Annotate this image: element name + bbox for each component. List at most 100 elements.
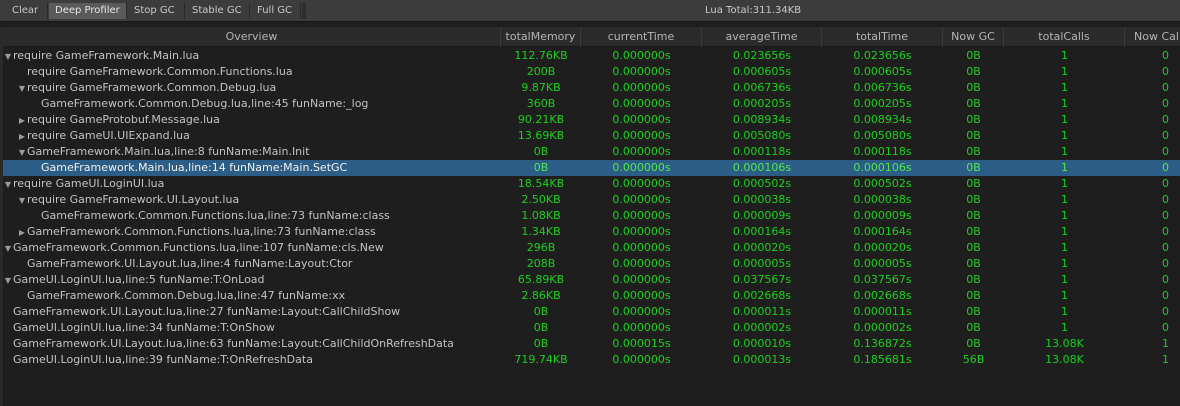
table-row[interactable]: ▼ require GameFramework.Main.lua 112.76KB 0… [3, 48, 1180, 64]
current-time-cell: 0.000000s [612, 129, 671, 142]
now-calls-cell: 0 [1162, 193, 1169, 206]
profiler-toolbar: Clear Deep Profiler Stop GC Stable GC Fu… [0, 0, 1180, 22]
full-gc-button[interactable]: Full GC [251, 3, 301, 19]
row-function-name: require GameFramework.UI.Layout.lua [27, 193, 240, 206]
now-calls-cell: 0 [1162, 305, 1169, 318]
total-calls-cell: 1 [1061, 241, 1068, 254]
now-calls-cell: 0 [1162, 177, 1169, 190]
expand-arrow-icon[interactable]: ▼ [3, 49, 13, 65]
average-time-cell: 0.023656s [732, 49, 792, 62]
table-row[interactable]: ▼ GameUI.LoginUI.lua,line:5 funName:T:OnL… [3, 272, 1180, 288]
collapse-arrow-icon[interactable]: ▶ [17, 129, 27, 145]
expand-arrow-icon[interactable]: ▼ [3, 241, 13, 257]
stop-gc-button[interactable]: Stop GC [128, 3, 185, 19]
table-row[interactable]: ▼ require GameFramework.UI.Layout.lua 2.50… [3, 192, 1180, 208]
column-header-now-gc[interactable]: Now GC [943, 27, 1004, 47]
average-time-cell: 0.000502s [732, 177, 792, 190]
average-time-cell: 0.008934s [732, 113, 792, 126]
total-time-cell: 0.023656s [853, 49, 912, 62]
table-row[interactable]: GameUI.LoginUI.lua,line:34 funName:T:OnS… [3, 320, 1180, 336]
row-overview: GameUI.LoginUI.lua,line:34 funName:T:OnS… [3, 320, 275, 336]
column-header-average-time[interactable]: averageTime [702, 27, 822, 47]
expand-arrow-icon[interactable]: ▼ [17, 145, 27, 161]
average-time-cell: 0.000010s [732, 337, 792, 350]
now-calls-cell: 0 [1162, 129, 1169, 142]
row-overview: ▼ GameFramework.Main.lua,line:8 funName:M… [17, 144, 310, 160]
table-row[interactable]: require GameFramework.Common.Functions.l… [3, 64, 1180, 80]
table-row[interactable]: ▼ GameFramework.Main.lua,line:8 funName:M… [3, 144, 1180, 160]
now-calls-cell: 1 [1162, 337, 1169, 350]
expand-arrow-icon[interactable]: ▼ [3, 273, 13, 289]
total-memory-cell: 0B [533, 321, 549, 334]
column-header-overview[interactable]: Overview [3, 27, 501, 47]
collapse-arrow-icon[interactable]: ▶ [17, 113, 27, 129]
stable-gc-button[interactable]: Stable GC [186, 3, 250, 19]
total-memory-cell: 1.08KB [521, 209, 561, 222]
total-time-cell: 0.000005s [853, 257, 912, 270]
table-row[interactable]: GameUI.LoginUI.lua,line:39 funName:T:OnR… [3, 352, 1180, 368]
table-row[interactable]: ▶ require GameUI.UIExpand.lua 13.69KB 0.000… [3, 128, 1180, 144]
table-row[interactable]: GameFramework.UI.Layout.lua,line:27 funN… [3, 304, 1180, 320]
row-function-name: require GameProtobuf.Message.lua [27, 113, 220, 126]
now-gc-cell: 0B [966, 145, 981, 158]
total-calls-cell: 1 [1061, 225, 1068, 238]
column-header-total-memory[interactable]: totalMemory [501, 27, 581, 47]
table-row[interactable]: ▼ GameFramework.Common.Functions.lua,line… [3, 240, 1180, 256]
total-memory-cell: 719.74KB [514, 353, 568, 366]
deep-profiler-button[interactable]: Deep Profiler [49, 3, 127, 19]
row-overview: GameFramework.Main.lua,line:14 funName:M… [31, 160, 347, 176]
current-time-cell: 0.000000s [612, 193, 671, 206]
table-row[interactable]: GameFramework.Common.Debug.lua,line:47 f… [3, 288, 1180, 304]
average-time-cell: 0.002668s [732, 289, 792, 302]
clear-button[interactable]: Clear [6, 3, 48, 19]
total-calls-cell: 1 [1061, 145, 1068, 158]
column-header-total-calls[interactable]: totalCalls [1004, 27, 1125, 47]
column-header-total-time[interactable]: totalTime [822, 27, 943, 47]
total-calls-cell: 1 [1061, 129, 1068, 142]
total-calls-cell: 1 [1061, 65, 1068, 78]
total-calls-cell: 1 [1061, 49, 1068, 62]
now-gc-cell: 0B [966, 257, 981, 270]
table-row[interactable]: ▶ require GameProtobuf.Message.lua 90.21KB… [3, 112, 1180, 128]
table-row[interactable]: GameFramework.UI.Layout.lua,line:4 funNa… [3, 256, 1180, 272]
current-time-cell: 0.000000s [612, 49, 671, 62]
table-row[interactable]: ▼ require GameUI.LoginUI.lua 18.54KB 0.0000… [3, 176, 1180, 192]
row-function-name: GameFramework.Common.Functions.lua,line:… [27, 225, 376, 238]
average-time-cell: 0.037567s [732, 273, 792, 286]
toolbar-separator [302, 3, 306, 19]
table-row[interactable]: GameFramework.Common.Functions.lua,line:… [3, 208, 1180, 224]
total-calls-cell: 1 [1061, 321, 1068, 334]
column-header-current-time[interactable]: currentTime [581, 27, 702, 47]
total-time-cell: 0.000020s [853, 241, 912, 254]
total-memory-cell: 13.69KB [517, 129, 565, 142]
current-time-cell: 0.000000s [612, 305, 671, 318]
collapse-arrow-icon[interactable]: ▶ [17, 225, 27, 241]
table-row[interactable]: GameFramework.Common.Debug.lua,line:45 f… [3, 96, 1180, 112]
row-function-name: require GameFramework.Main.lua [13, 49, 200, 62]
now-gc-cell: 0B [966, 81, 981, 94]
now-calls-cell: 0 [1162, 65, 1169, 78]
total-memory-cell: 90.21KB [517, 113, 565, 126]
row-overview: ▼ require GameFramework.Common.Debug.lua [17, 80, 276, 96]
total-calls-cell: 1 [1061, 193, 1068, 206]
row-overview: ▼ GameUI.LoginUI.lua,line:5 funName:T:OnL… [3, 272, 265, 288]
expand-arrow-icon[interactable]: ▼ [17, 81, 27, 97]
table-row[interactable]: ▼ require GameFramework.Common.Debug.lua 9… [3, 80, 1180, 96]
now-calls-cell: 0 [1162, 209, 1169, 222]
expand-arrow-icon[interactable]: ▼ [3, 177, 13, 193]
total-calls-cell: 1 [1061, 161, 1068, 174]
now-calls-cell: 0 [1162, 257, 1169, 270]
row-overview: ▶ GameFramework.Common.Functions.lua,line… [17, 224, 376, 240]
table-row[interactable]: GameFramework.UI.Layout.lua,line:63 funN… [3, 336, 1180, 352]
total-time-cell: 0.005080s [853, 129, 912, 142]
column-header-now-calls[interactable]: Now Cal [1125, 27, 1180, 47]
now-gc-cell: 0B [966, 337, 981, 350]
row-overview: GameUI.LoginUI.lua,line:39 funName:T:OnR… [3, 352, 313, 368]
table-row[interactable]: GameFramework.Main.lua,line:14 funName:M… [3, 160, 1180, 176]
row-function-name: GameUI.LoginUI.lua,line:34 funName:T:OnS… [13, 321, 275, 334]
table-row[interactable]: ▶ GameFramework.Common.Functions.lua,line… [3, 224, 1180, 240]
row-function-name: GameFramework.Common.Debug.lua,line:45 f… [41, 97, 369, 110]
total-memory-cell: 0B [533, 305, 549, 318]
current-time-cell: 0.000000s [612, 241, 671, 254]
expand-arrow-icon[interactable]: ▼ [17, 193, 27, 209]
